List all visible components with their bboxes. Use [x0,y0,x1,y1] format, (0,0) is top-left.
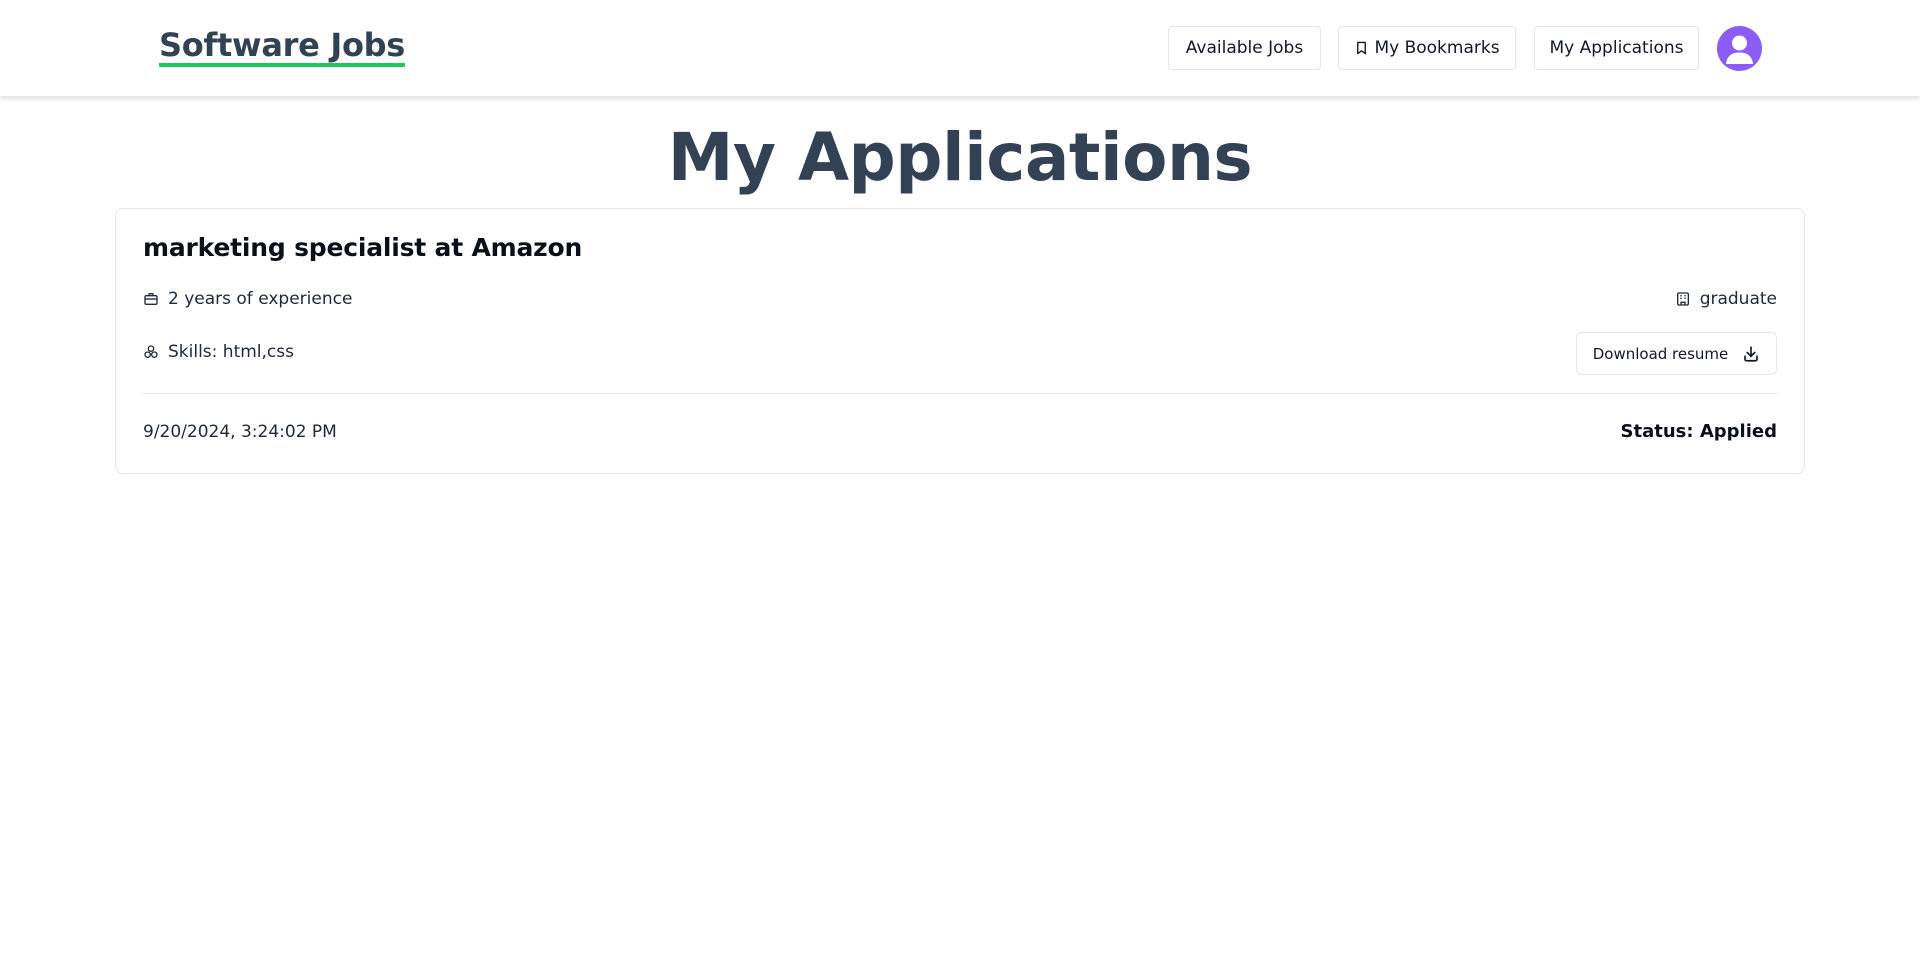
page-title: My Applications [667,119,1253,196]
education-info: graduate [1675,289,1777,309]
download-resume-label: Download resume [1592,344,1729,363]
nav-my-applications-label: My Applications [1549,38,1684,58]
skills-text: Skills: html,css [168,342,294,362]
nav-my-bookmarks-label: My Bookmarks [1374,38,1500,58]
top-navbar: Software Jobs Available Jobs My Bookmark… [0,0,1920,97]
download-resume-button[interactable]: Download resume [1576,332,1777,375]
education-text: graduate [1699,289,1777,309]
experience-info: 2 years of experience [143,289,352,309]
user-avatar-icon[interactable] [1717,26,1762,71]
application-job-title: marketing specialist at Amazon [143,233,583,262]
experience-text: 2 years of experience [168,289,353,309]
bookmark-icon [1354,40,1369,56]
skills-cluster-icon [143,344,159,360]
status-badge: Status: Applied [1620,421,1777,442]
building-icon [1675,291,1691,307]
applied-timestamp: 9/20/2024, 3:24:02 PM [143,422,337,442]
card-divider [143,393,1777,394]
download-icon [1742,345,1760,363]
application-card: marketing specialist at Amazon 2 years o… [115,208,1805,474]
nav-my-applications-button[interactable]: My Applications [1534,26,1699,70]
skills-info: Skills: html,css [143,342,294,362]
nav-available-jobs-button[interactable]: Available Jobs [1168,26,1321,70]
briefcase-icon [143,291,159,307]
nav-available-jobs-label: Available Jobs [1185,38,1304,58]
brand-logo-link[interactable]: Software Jobs [159,26,405,64]
nav-my-bookmarks-button[interactable]: My Bookmarks [1338,26,1516,70]
